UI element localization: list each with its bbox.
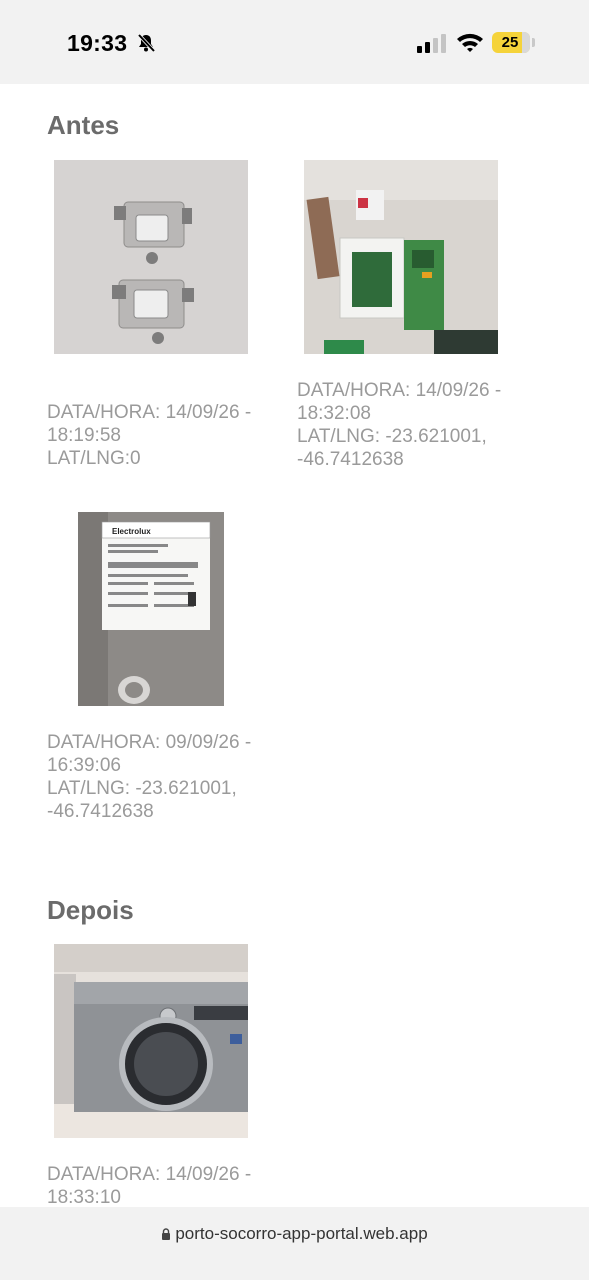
cellular-signal-icon: [417, 34, 446, 53]
photo-latlng-lng: -46.7412638: [47, 801, 154, 822]
label-brand-text: Electrolux: [112, 527, 151, 536]
section-title-before: Antes: [47, 110, 120, 140]
battery-cap: [532, 38, 535, 47]
photo-latlng: LAT/LNG:0: [47, 448, 141, 469]
photo-datetime: DATA/HORA: 14/09/26 -: [47, 1164, 252, 1185]
photo-caption: DATA/HORA: 14/09/26 - 18:33:10: [47, 1163, 297, 1209]
browser-address-bar[interactable]: porto-socorro-app-portal.web.app: [0, 1207, 589, 1280]
photo-image: [54, 160, 248, 354]
status-bar: 19:33 25: [0, 0, 589, 84]
photo-latlng-lng: -46.7412638: [297, 449, 404, 470]
photo-datetime-time: 18:32:08: [297, 403, 371, 424]
url-display[interactable]: porto-socorro-app-portal.web.app: [0, 1224, 589, 1244]
photo-image: [54, 944, 248, 1138]
photo-datetime: DATA/HORA: 09/09/26 -: [47, 732, 252, 753]
photo-image: [304, 160, 498, 354]
photo-latlng: LAT/LNG: -23.621001,: [47, 778, 237, 799]
photo-datetime-time: 16:39:06: [47, 755, 121, 776]
photo-latlng: LAT/LNG: -23.621001,: [297, 426, 487, 447]
battery-icon: 25: [492, 32, 530, 53]
url-text: porto-socorro-app-portal.web.app: [175, 1224, 428, 1243]
lock-icon: [162, 1228, 171, 1240]
section-title-after: Depois: [47, 895, 134, 925]
photo-image: Electrolux: [54, 512, 252, 706]
battery-level: 25: [501, 34, 519, 51]
photo-datetime-time: 18:19:58: [47, 425, 121, 446]
photo-datetime: DATA/HORA: 14/09/26 -: [297, 380, 502, 401]
photo-before-2[interactable]: [304, 160, 498, 354]
photo-caption: DATA/HORA: 14/09/26 - 18:32:08 LAT/LNG: …: [297, 379, 547, 471]
wifi-icon: [457, 33, 483, 52]
photo-before-1[interactable]: [54, 160, 248, 354]
photo-after-1[interactable]: [54, 944, 248, 1138]
photo-caption: DATA/HORA: 09/09/26 - 16:39:06 LAT/LNG: …: [47, 731, 297, 823]
photo-datetime-time: 18:33:10: [47, 1187, 121, 1208]
photo-caption: DATA/HORA: 14/09/26 - 18:19:58 LAT/LNG:0: [47, 401, 297, 470]
clock: 19:33: [67, 30, 128, 56]
photo-before-3[interactable]: Electrolux: [54, 512, 252, 706]
photo-datetime: DATA/HORA: 14/09/26 -: [47, 402, 252, 423]
bell-muted-icon: [137, 33, 156, 53]
